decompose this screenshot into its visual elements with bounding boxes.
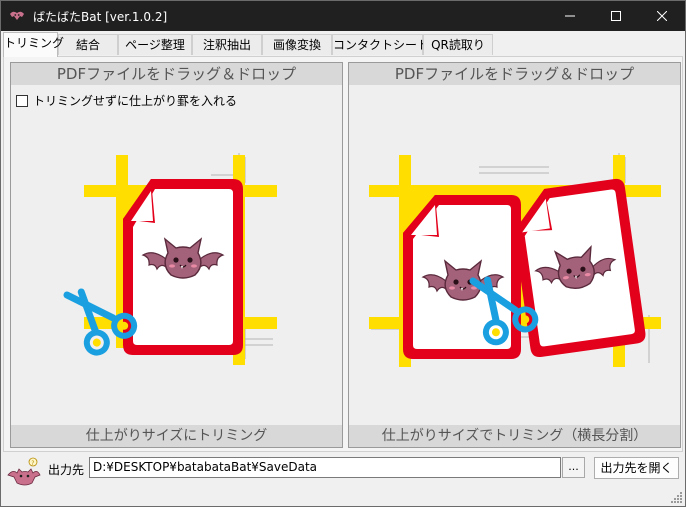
tab-strip: トリミング 結合 ページ整理 注釈抽出 画像変換 コンタクトシート QR読取り: [1, 31, 685, 57]
open-output-button[interactable]: 出力先を開く: [594, 457, 679, 479]
trim-illustration: [11, 153, 277, 365]
minimize-icon: [565, 15, 575, 17]
tab-image-convert[interactable]: 画像変換: [262, 34, 332, 55]
tab-trimming[interactable]: トリミング: [3, 32, 64, 57]
output-bar: ? 出力先 D:¥DESKTOP¥batabataBat¥SaveData ..…: [1, 453, 685, 506]
title-bar[interactable]: ばたばたBat [ver.1.0.2]: [1, 1, 685, 31]
tab-merge[interactable]: 結合: [58, 34, 118, 55]
maximize-icon: [611, 11, 621, 21]
bat-icon: [10, 11, 24, 20]
drop-zone-trim[interactable]: PDFファイルをドラッグ＆ドロップ トリミングせずに仕上がり罫を入れる 仕上がり…: [10, 62, 343, 448]
drop-zone-split-trim[interactable]: PDFファイルをドラッグ＆ドロップ 仕上がりサイズでトリミング（横長分割）: [348, 62, 681, 448]
maximize-button[interactable]: [593, 1, 639, 31]
app-window: ばたばたBat [ver.1.0.2] トリミング 結合 ページ整理 注釈抽出 …: [0, 0, 686, 507]
tab-contact-sheet[interactable]: コンタクトシート: [332, 34, 429, 55]
tab-content: PDFファイルをドラッグ＆ドロップ トリミングせずに仕上がり罫を入れる 仕上がり…: [3, 56, 683, 452]
split-trim-illustration: [369, 153, 661, 367]
split-trim-footer: 仕上がりサイズでトリミング（横長分割）: [349, 425, 680, 447]
browse-button[interactable]: ...: [562, 457, 585, 478]
tab-qr-read[interactable]: QR読取り: [423, 34, 493, 55]
minimize-button[interactable]: [547, 1, 593, 31]
trim-footer: 仕上がりサイズにトリミング: [11, 425, 342, 447]
bat-mascot-icon: ?: [7, 457, 41, 486]
close-button[interactable]: [639, 1, 685, 31]
output-path-field[interactable]: D:¥DESKTOP¥batabataBat¥SaveData: [89, 457, 561, 478]
resize-grip-icon[interactable]: [671, 491, 683, 503]
tab-page-organize[interactable]: ページ整理: [118, 34, 192, 55]
svg-text:?: ?: [31, 460, 34, 467]
close-icon: [657, 11, 667, 21]
output-label: 出力先: [48, 463, 85, 477]
tab-annotation-extract[interactable]: 注釈抽出: [192, 34, 262, 55]
window-title: ばたばたBat [ver.1.0.2]: [33, 10, 168, 24]
